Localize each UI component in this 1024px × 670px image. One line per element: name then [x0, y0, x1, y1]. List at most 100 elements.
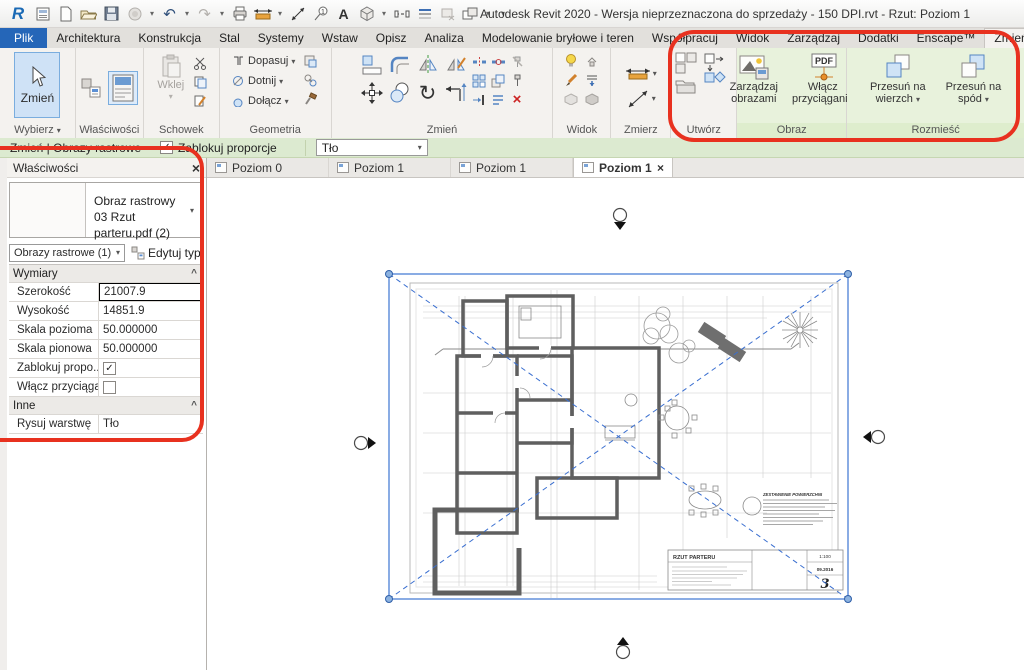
wall-joins-icon[interactable]: [301, 52, 318, 69]
dotnij-item[interactable]: Dotnij▾: [232, 72, 295, 90]
tab-plik[interactable]: Plik: [0, 28, 47, 48]
view-tab-poziom1-a[interactable]: Poziom 1: [329, 158, 451, 177]
dolacz-item[interactable]: Dołącz▾: [232, 92, 295, 110]
tab-dodatki[interactable]: Dodatki: [849, 28, 908, 48]
properties-palette-icon[interactable]: [108, 71, 138, 105]
tab-modelowanie[interactable]: Modelowanie bryłowe i teren: [473, 28, 643, 48]
section-wymiary[interactable]: Wymiary^: [9, 265, 203, 283]
measure-icon[interactable]: [252, 3, 273, 25]
measure-between-icon[interactable]: ▾: [625, 66, 657, 82]
section-inne[interactable]: Inne^: [9, 397, 203, 415]
tab-widok[interactable]: Widok: [727, 28, 778, 48]
save-icon[interactable]: [101, 3, 122, 25]
linework-icon[interactable]: [584, 71, 601, 88]
lock-proportions-prop-checkbox[interactable]: ✓: [103, 362, 116, 375]
skala-pionowa-value-field[interactable]: 50.000000: [99, 340, 203, 358]
tab-opisz[interactable]: Opisz: [367, 28, 416, 48]
create-assembly-icon[interactable]: [675, 79, 697, 95]
undo-caret-icon[interactable]: ▾: [182, 3, 192, 25]
measure-caret-icon[interactable]: ▾: [275, 3, 285, 25]
copy-modify-icon[interactable]: [387, 80, 413, 106]
rotate-icon[interactable]: ↻: [415, 80, 441, 106]
sync-caret-icon[interactable]: ▾: [147, 3, 157, 25]
skala-pozioma-value-field[interactable]: 50.000000: [99, 321, 203, 339]
type-properties-icon[interactable]: [80, 77, 102, 99]
array-icon[interactable]: [471, 72, 488, 89]
tab-zmien-obrazy-rastrowe[interactable]: Zmień | Obrazy rastrowe: [984, 28, 1024, 48]
pin-icon[interactable]: [509, 72, 526, 89]
tab-systemy[interactable]: Systemy: [249, 28, 313, 48]
match-type-icon[interactable]: [191, 92, 208, 109]
tab-analiza[interactable]: Analiza: [415, 28, 472, 48]
properties-lines-icon[interactable]: [490, 91, 507, 108]
paintbrush-icon[interactable]: [563, 71, 580, 88]
close-view-icon[interactable]: ×: [657, 161, 664, 175]
drag-handle-bottom[interactable]: [617, 637, 630, 659]
type-selector[interactable]: Obraz rastrowy 03 Rzut parteru.pdf (2) ▾: [9, 182, 203, 238]
file-properties-icon[interactable]: [32, 3, 53, 25]
layer-dropdown[interactable]: Tło ▾: [316, 139, 428, 156]
tab-enscape[interactable]: Enscape™: [908, 28, 985, 48]
demolish-icon[interactable]: [301, 90, 318, 107]
text-tool-icon[interactable]: A: [333, 3, 354, 25]
mirror-axis-icon[interactable]: [415, 52, 441, 78]
floor-plan-drawing[interactable]: ZESTAWIENIE POWIERZCHNI RZUT PARTERU 1:1…: [207, 178, 1024, 670]
view-tab-poziom1-active[interactable]: Poziom 1×: [573, 158, 673, 177]
tab-wstaw[interactable]: Wstaw: [313, 28, 367, 48]
tag-icon[interactable]: 1: [310, 3, 331, 25]
lock-proportions-checkbox[interactable]: ✓: [160, 141, 173, 154]
element-filter-dropdown[interactable]: Obrazy rastrowe (1) ▾: [9, 244, 125, 262]
close-icon[interactable]: ×: [192, 160, 200, 176]
align-arrow-icon[interactable]: [471, 91, 488, 108]
properties-header[interactable]: Właściwości ×: [7, 158, 206, 178]
collapse-icon[interactable]: ^: [191, 268, 197, 279]
tab-konstrukcja[interactable]: Konstrukcja: [129, 28, 210, 48]
aligned-dimension-icon[interactable]: [287, 3, 308, 25]
rysuj-warstwe-value-field[interactable]: Tło: [99, 415, 203, 433]
enable-snaps-prop-checkbox[interactable]: [103, 381, 116, 394]
collapse-icon[interactable]: ^: [191, 400, 197, 411]
section-icon[interactable]: [391, 3, 412, 25]
szerokosc-value-field[interactable]: 21007.9: [99, 283, 202, 301]
edit-type-button[interactable]: Edytuj typ: [129, 245, 203, 261]
copy-icon[interactable]: [191, 73, 208, 90]
offset-icon[interactable]: [387, 52, 413, 78]
panel-label-wybierz[interactable]: Wybierz ▾: [0, 123, 75, 138]
measure-along-icon[interactable]: ▾: [626, 88, 656, 110]
align-icon[interactable]: [359, 52, 385, 78]
print-icon[interactable]: [229, 3, 250, 25]
split-element-icon[interactable]: [471, 53, 488, 70]
split-gap-icon[interactable]: [490, 53, 507, 70]
drawing-canvas[interactable]: Poziom 0 Poziom 1 Poziom 1 Poziom 1×: [207, 158, 1024, 670]
tab-architektura[interactable]: Architektura: [47, 28, 129, 48]
undo-icon[interactable]: ↶: [159, 3, 180, 25]
scale-icon[interactable]: [490, 72, 507, 89]
lightbulb-icon[interactable]: [563, 52, 580, 69]
cut-icon[interactable]: [191, 54, 208, 71]
tab-zarzadzaj[interactable]: Zarządzaj: [778, 28, 849, 48]
tab-stal[interactable]: Stal: [210, 28, 249, 48]
mirror-draw-icon[interactable]: [443, 52, 469, 78]
bring-to-front-button[interactable]: Przesuń na wierzch ▾: [867, 52, 929, 107]
drag-handle-left[interactable]: [355, 437, 377, 450]
drag-handle-right[interactable]: [863, 431, 885, 444]
open-file-icon[interactable]: [78, 3, 99, 25]
dopasuj-item[interactable]: Dopasuj▾: [232, 52, 295, 70]
drag-handle-top[interactable]: [614, 209, 627, 231]
default-3d-view-icon[interactable]: [356, 3, 377, 25]
send-to-back-button[interactable]: Przesuń na spód ▾: [943, 52, 1005, 107]
back-caret-icon[interactable]: ▾: [985, 95, 989, 104]
manage-images-button[interactable]: Zarządzajobrazami: [727, 52, 781, 106]
view-caret-icon[interactable]: ▾: [379, 3, 389, 25]
modify-select-button[interactable]: Zmień: [14, 52, 60, 118]
new-file-icon[interactable]: [55, 3, 76, 25]
tab-wspolpracuj[interactable]: Współpracuj: [643, 28, 727, 48]
wysokosc-value-field[interactable]: 14851.9: [99, 302, 203, 320]
beam-joins-icon[interactable]: [301, 71, 318, 88]
type-selector-caret-icon[interactable]: ▾: [190, 206, 194, 215]
view-tab-poziom0[interactable]: Poziom 0: [207, 158, 329, 177]
trim-extend-icon[interactable]: [443, 80, 469, 106]
delete-icon[interactable]: ×: [509, 91, 526, 108]
create-group-icon[interactable]: [675, 52, 697, 74]
view-tab-poziom1-b[interactable]: Poziom 1: [451, 158, 573, 177]
